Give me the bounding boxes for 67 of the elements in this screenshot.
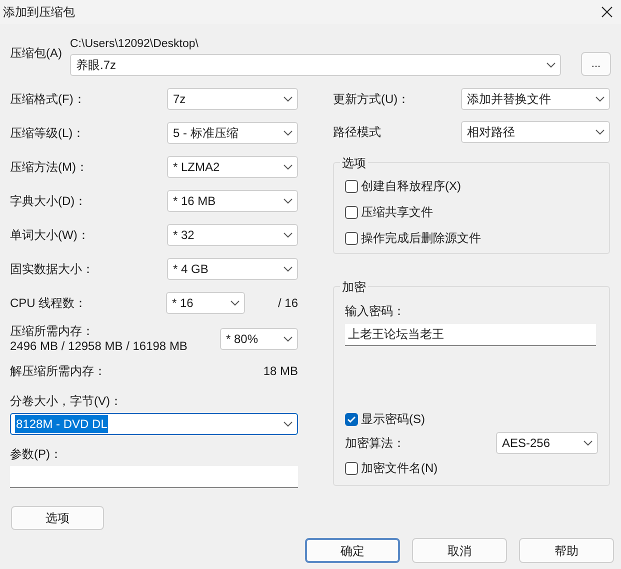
field-label: 解压缩所需内存： <box>10 363 106 380</box>
field-label: 路径模式 <box>333 124 381 141</box>
checkmark-icon <box>347 416 356 422</box>
checkbox-label: 创建自释放程序(X) <box>361 178 461 195</box>
checkbox[interactable] <box>345 462 358 474</box>
dropdown[interactable]: * 16 <box>166 292 245 314</box>
dropdown[interactable]: 7z <box>167 88 298 110</box>
field-label: 字典大小(D)： <box>10 193 87 210</box>
chevron-down-icon <box>283 198 293 204</box>
chevron-down-icon <box>595 129 605 135</box>
checkbox[interactable] <box>345 206 358 218</box>
browse-button[interactable]: ... <box>581 52 611 76</box>
checkbox-label: 加密文件名(N) <box>361 460 438 477</box>
field-label: 分卷大小，字节(V)： <box>10 394 122 408</box>
checkbox-label: 压缩共享文件 <box>361 204 433 221</box>
checkbox[interactable] <box>345 232 358 244</box>
window-title: 添加到压缩包 <box>3 4 75 21</box>
dropdown[interactable]: 养眼.7z <box>70 54 561 76</box>
chevron-down-icon <box>283 164 293 170</box>
checkbox-label: 显示密码(S) <box>361 411 425 428</box>
field-label: 更新方式(U)： <box>333 91 410 108</box>
memory-value: 18 MB <box>263 363 298 380</box>
parameters-field[interactable] <box>10 466 298 488</box>
field-label: 压缩等级(L)： <box>10 125 85 142</box>
password-field[interactable]: 上老王论坛当老王 <box>345 324 596 346</box>
chevron-down-icon <box>283 266 293 272</box>
options-button[interactable]: 选项 <box>11 506 104 530</box>
field-label: 压缩包(A) <box>10 46 62 60</box>
chevron-down-icon <box>283 96 293 102</box>
dropdown[interactable]: AES-256 <box>496 432 598 454</box>
memory-usage: 2496 MB / 12958 MB / 16198 MB <box>10 339 188 354</box>
field-label: 固实数据大小： <box>10 261 94 278</box>
checkbox[interactable] <box>345 412 358 426</box>
dialog-button[interactable]: 取消 <box>412 538 507 563</box>
dialog-button[interactable]: 帮助 <box>519 538 614 563</box>
dropdown[interactable]: 添加并替换文件 <box>461 88 610 110</box>
chevron-down-icon <box>283 232 293 238</box>
dropdown[interactable]: 相对路径 <box>461 121 610 143</box>
chevron-down-icon <box>583 440 593 446</box>
checkbox-label: 操作完成后删除源文件 <box>361 230 481 247</box>
chevron-down-icon <box>283 130 293 136</box>
dropdown[interactable]: 5 - 标准压缩 <box>167 122 298 144</box>
chevron-down-icon <box>230 300 240 306</box>
dropdown[interactable]: * LZMA2 <box>167 156 298 178</box>
chevron-down-icon <box>546 62 556 68</box>
field-label: 压缩方法(M)： <box>10 159 88 176</box>
folder-path: C:\Users\12092\Desktop\ <box>70 37 200 52</box>
group-title: 选项 <box>340 154 368 172</box>
chevron-down-icon <box>595 96 605 102</box>
field-label: 加密算法： <box>345 435 405 452</box>
field-label: 压缩所需内存： <box>10 324 95 339</box>
chevron-down-icon <box>283 421 293 427</box>
dropdown[interactable]: * 16 MB <box>167 190 298 212</box>
dropdown[interactable]: * 4 GB <box>167 258 298 280</box>
field-label: 压缩格式(F)： <box>10 91 86 108</box>
dropdown[interactable]: * 80% <box>220 328 298 350</box>
dropdown[interactable]: * 32 <box>167 224 298 246</box>
thread-count: / 16 <box>278 295 298 312</box>
field-label: 单词大小(W)： <box>10 227 90 244</box>
field-label: 参数(P)： <box>10 447 62 461</box>
close-icon[interactable] <box>601 6 613 18</box>
dropdown[interactable]: 8128M - DVD DL <box>10 413 298 435</box>
checkbox[interactable] <box>345 180 358 192</box>
field-label: CPU 线程数： <box>10 296 87 310</box>
field-label: 输入密码： <box>345 303 406 320</box>
chevron-down-icon <box>283 336 293 342</box>
dialog-button[interactable]: 确定 <box>305 538 400 563</box>
